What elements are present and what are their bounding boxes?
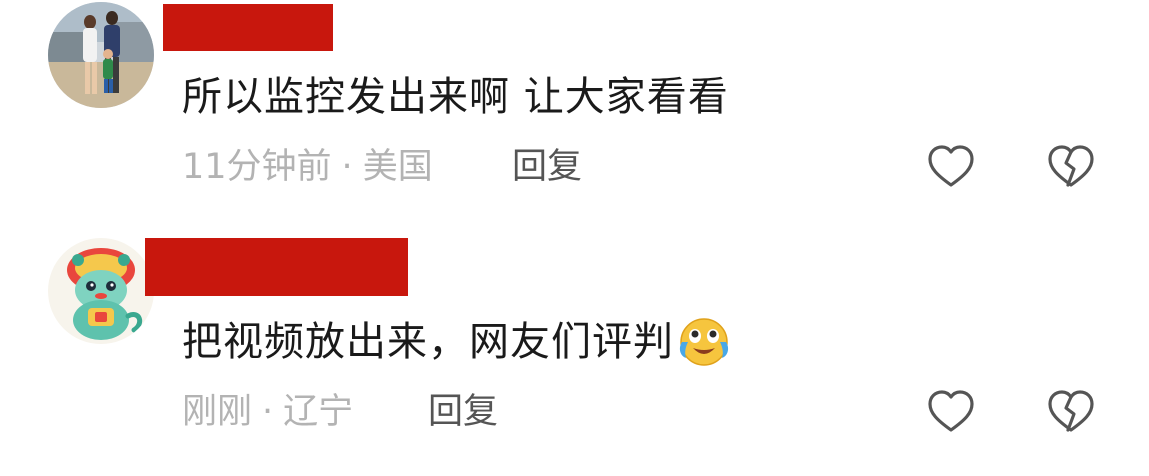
comment-text-content: 所以监控发出来啊 让大家看看 [182, 74, 729, 120]
comment-location: 辽宁 [283, 392, 354, 432]
avatar[interactable] [48, 2, 154, 108]
dislike-button[interactable] [1045, 141, 1097, 193]
comment-item: 把视频放出来，网友们评判 刚刚 · 辽宁 回复 [0, 238, 1149, 476]
comment-meta: 刚刚 · 辽宁 [182, 390, 353, 434]
heart-outline-icon [928, 390, 974, 432]
broken-heart-icon [1048, 390, 1094, 432]
like-button[interactable] [925, 141, 977, 193]
reply-button[interactable]: 回复 [428, 390, 498, 434]
meta-separator: · [262, 392, 274, 432]
avatar[interactable] [48, 238, 154, 344]
comment-text: 所以监控发出来啊 让大家看看 [182, 73, 729, 121]
meta-separator: · [341, 147, 353, 187]
comment-meta: 11分钟前 · 美国 [182, 145, 433, 189]
comment-location: 美国 [362, 147, 433, 187]
reply-button[interactable]: 回复 [512, 145, 582, 189]
dislike-button[interactable] [1045, 386, 1097, 438]
comment-time: 刚刚 [182, 392, 253, 432]
redacted-username [145, 238, 408, 296]
crying-laughing-emoji [679, 318, 729, 366]
redacted-username [163, 4, 333, 51]
broken-heart-icon [1048, 145, 1094, 187]
comment-text: 把视频放出来，网友们评判 [182, 316, 732, 372]
comment-text-content: 把视频放出来，网友们评判 [182, 319, 674, 365]
family-photo-avatar-image [48, 2, 154, 108]
like-button[interactable] [925, 386, 977, 438]
heart-outline-icon [928, 145, 974, 187]
comment-time: 11分钟前 [182, 147, 332, 187]
dragon-mascot-avatar-image [48, 238, 154, 344]
comment-item: 所以监控发出来啊 让大家看看 11分钟前 · 美国 回复 [0, 0, 1149, 238]
